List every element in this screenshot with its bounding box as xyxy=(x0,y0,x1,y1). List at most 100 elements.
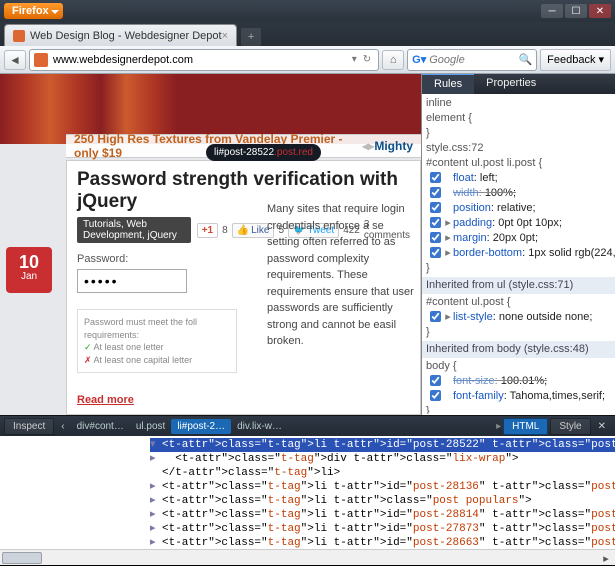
rule-checkbox[interactable] xyxy=(430,390,441,401)
style-rule-row[interactable]: font-family: Tahoma,times,serif; xyxy=(426,389,611,404)
new-tab-button[interactable]: + xyxy=(241,28,261,46)
read-more-link[interactable]: Read more xyxy=(77,394,134,406)
feedback-button[interactable]: Feedback▾ xyxy=(540,49,611,71)
style-rule-row[interactable]: inline xyxy=(426,96,611,111)
rule-checkbox[interactable] xyxy=(430,172,441,183)
inspect-button[interactable]: Inspect xyxy=(4,418,54,435)
rule-checkbox[interactable] xyxy=(430,375,441,386)
promo-right-link[interactable]: Mighty xyxy=(374,139,413,153)
breadcrumb-item[interactable]: ul.post xyxy=(130,419,171,434)
style-rule-row[interactable]: #content ul.post { xyxy=(426,295,611,310)
maximize-button[interactable]: ☐ xyxy=(565,4,587,18)
style-rule-row[interactable]: } xyxy=(426,261,611,276)
scrollbar-right-arrow[interactable]: ▸ xyxy=(599,550,613,566)
fold-toggle-icon[interactable]: ▸ xyxy=(150,452,162,466)
expand-arrow-icon[interactable]: ▸ xyxy=(443,246,453,261)
breadcrumb-item[interactable]: li#post-2… xyxy=(171,419,231,434)
firefox-menu-button[interactable]: Firefox xyxy=(4,3,63,19)
style-rule-row[interactable]: ▸list-style: none outside none; xyxy=(426,310,611,325)
search-go-icon[interactable]: 🔍 xyxy=(518,53,532,66)
rule-checkbox[interactable] xyxy=(430,247,441,258)
devtools-close-icon[interactable]: ✕ xyxy=(593,419,611,434)
source-line[interactable]: </t-attr">class="t-tag">li> xyxy=(150,466,615,480)
home-button[interactable]: ⌂ xyxy=(382,50,404,70)
expand-arrow-icon[interactable]: ▸ xyxy=(443,310,453,325)
style-rule-row[interactable]: ▸border-bottom: 1px solid rgb(224, 224, … xyxy=(426,246,611,261)
source-line[interactable]: ▸<t-attr">class="t-tag">li t-attr">id="p… xyxy=(150,536,615,549)
rule-checkbox[interactable] xyxy=(430,232,441,243)
style-rule-row[interactable]: element { xyxy=(426,111,611,126)
password-input[interactable] xyxy=(77,269,187,293)
style-rule-row[interactable]: body { xyxy=(426,359,611,374)
breadcrumb-item[interactable]: ‹ xyxy=(55,419,70,434)
style-rule-row[interactable]: Inherited from ul (style.css:71) xyxy=(422,277,615,294)
properties-tab[interactable]: Properties xyxy=(474,74,548,94)
breadcrumb-item[interactable]: div.lix-w… xyxy=(231,419,288,434)
style-rule-row[interactable]: ▸padding: 0pt 0pt 10px; xyxy=(426,216,611,231)
style-rule-row[interactable]: Inherited from body (style.css:48) xyxy=(422,341,615,358)
source-line[interactable]: ▾<t-attr">class="t-tag">li t-attr">id="p… xyxy=(150,438,615,452)
style-rule-row[interactable]: float: left; xyxy=(426,171,611,186)
style-rule-row[interactable]: ▸margin: 20px 0pt; xyxy=(426,231,611,246)
breadcrumb-nav-icon[interactable]: ▸ xyxy=(496,421,501,432)
hint-heading: Password must meet the foll requirements… xyxy=(84,316,230,341)
rule-checkbox[interactable] xyxy=(430,311,441,322)
style-rule-row[interactable]: style.css:72 xyxy=(426,141,611,156)
article-tags[interactable]: Tutorials, Web Development, jQuery xyxy=(77,217,191,243)
search-box[interactable]: G▾ 🔍 xyxy=(407,49,537,71)
fold-toggle-icon[interactable]: ▾ xyxy=(150,438,162,452)
plus-one-count: 8 xyxy=(222,225,228,236)
style-rules-list[interactable]: inlineelement {}style.css:72#content ul.… xyxy=(422,94,615,414)
fold-toggle-icon[interactable]: ▸ xyxy=(150,536,162,549)
fold-toggle-icon[interactable]: ▸ xyxy=(150,508,162,522)
inspector-tag-bubble: li#post-28522.post.red xyxy=(206,144,321,161)
rule-checkbox[interactable] xyxy=(430,187,441,198)
google-icon[interactable]: G▾ xyxy=(412,53,426,66)
style-rule-row[interactable]: width: 100%; xyxy=(426,186,611,201)
navigation-toolbar: ◄ ▾ ↻ ⌂ G▾ 🔍 Feedback▾ xyxy=(0,46,615,74)
url-dropdown-icon[interactable]: ▾ xyxy=(349,54,360,65)
style-panel-tab[interactable]: Style xyxy=(550,418,590,435)
expand-arrow-icon[interactable]: ▸ xyxy=(443,231,453,246)
style-rule-row[interactable]: } xyxy=(426,325,611,340)
style-rule-row[interactable]: font-size: 100.01%; xyxy=(426,374,611,389)
fold-toggle-icon[interactable] xyxy=(150,466,162,480)
date-badge: 10 Jan xyxy=(6,247,52,293)
rules-tab[interactable]: Rules xyxy=(422,74,474,94)
source-line[interactable]: ▸<t-attr">class="t-tag">li t-attr">class… xyxy=(150,494,615,508)
source-line[interactable]: ▸ <t-attr">class="t-tag">div t-attr">cla… xyxy=(150,452,615,466)
source-line[interactable]: ▸<t-attr">class="t-tag">li t-attr">id="p… xyxy=(150,522,615,536)
style-rule-row[interactable]: } xyxy=(426,126,611,141)
close-button[interactable]: ✕ xyxy=(589,4,611,18)
style-rule-row[interactable]: position: relative; xyxy=(426,201,611,216)
browser-tab[interactable]: Web Design Blog - Webdesigner Depot × xyxy=(4,24,237,46)
rule-checkbox[interactable] xyxy=(430,202,441,213)
style-rule-row[interactable]: } xyxy=(426,404,611,414)
url-input[interactable] xyxy=(53,54,349,66)
expand-arrow-icon[interactable]: ▸ xyxy=(443,216,453,231)
source-line[interactable]: ▸<t-attr">class="t-tag">li t-attr">id="p… xyxy=(150,508,615,522)
html-source-panel[interactable]: ▾<t-attr">class="t-tag">li t-attr">id="p… xyxy=(0,436,615,549)
fold-toggle-icon[interactable]: ▸ xyxy=(150,522,162,536)
back-button[interactable]: ◄ xyxy=(4,50,26,70)
fold-toggle-icon[interactable]: ▸ xyxy=(150,480,162,494)
horizontal-scrollbar[interactable]: ▸ xyxy=(0,549,615,565)
site-identity-icon[interactable] xyxy=(34,53,48,67)
html-panel-tab[interactable]: HTML xyxy=(503,418,548,435)
reload-icon[interactable]: ↻ xyxy=(360,54,374,65)
source-line[interactable]: ▸<t-attr">class="t-tag">li t-attr">id="p… xyxy=(150,480,615,494)
scrollbar-thumb[interactable] xyxy=(2,552,42,564)
style-rule-row[interactable]: #content ul.post li.post { xyxy=(426,156,611,171)
minimize-button[interactable]: ─ xyxy=(541,4,563,18)
search-input[interactable] xyxy=(429,54,509,66)
feedback-label: Feedback xyxy=(547,54,595,66)
plus-one-button[interactable]: +1 xyxy=(197,223,218,238)
window-controls: ─ ☐ ✕ xyxy=(541,4,611,18)
breadcrumb-item[interactable]: div#cont… xyxy=(71,419,130,434)
promo-nav-icon[interactable]: ◂▸ xyxy=(362,139,374,153)
rule-checkbox[interactable] xyxy=(430,217,441,228)
url-bar[interactable]: ▾ ↻ xyxy=(29,49,379,71)
hint-rule-2: At least one capital letter xyxy=(84,354,230,367)
fold-toggle-icon[interactable]: ▸ xyxy=(150,494,162,508)
tab-close-icon[interactable]: × xyxy=(222,30,228,42)
